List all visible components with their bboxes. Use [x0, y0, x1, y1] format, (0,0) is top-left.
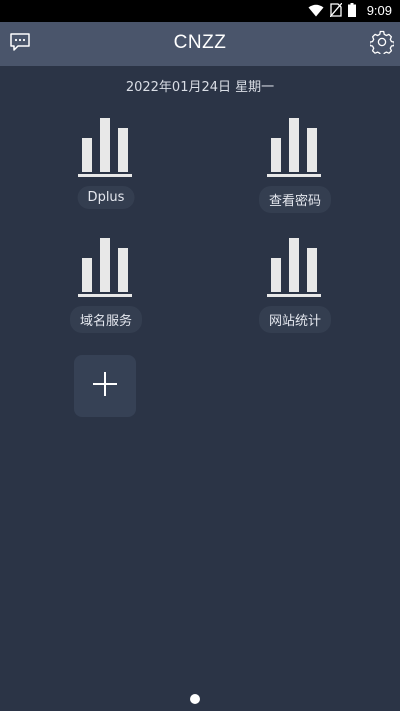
bar-chart-icon: [267, 236, 323, 298]
settings-button[interactable]: [368, 30, 396, 58]
page-indicator-dot[interactable]: [190, 694, 200, 704]
bar-chart-icon: [267, 116, 323, 178]
tile-site-statistics[interactable]: 网站统计: [245, 236, 345, 346]
date-label: 2022年01月24日 星期一: [125, 80, 275, 95]
tile-view-password[interactable]: 查看密码: [245, 116, 345, 226]
tile-label: 网站统计: [258, 306, 332, 333]
battery-icon: [348, 2, 356, 21]
clock-time: 9:09: [366, 3, 392, 18]
app-bar: CNZZ: [0, 22, 400, 66]
tile-label: Dplus: [77, 186, 135, 209]
tile-domain-service[interactable]: 域名服务: [56, 236, 156, 346]
status-bar: 9:09: [0, 0, 400, 22]
tile-dplus[interactable]: Dplus: [56, 116, 156, 226]
tile-label: 域名服务: [69, 306, 143, 333]
plus-icon: [92, 371, 118, 401]
bar-chart-icon: [78, 116, 134, 178]
status-icons: [308, 2, 356, 21]
tile-label: 查看密码: [258, 186, 332, 213]
no-sim-icon: [329, 2, 343, 21]
wifi-icon: [308, 2, 324, 21]
add-tile-button[interactable]: [74, 355, 136, 417]
gear-icon: [369, 30, 395, 58]
app-title: CNZZ: [173, 32, 227, 53]
bar-chart-icon: [78, 236, 134, 298]
home-screen: 9:09 CNZZ 2022年01月24日 星期一 Dplus 查看密码 域名服…: [0, 0, 400, 711]
